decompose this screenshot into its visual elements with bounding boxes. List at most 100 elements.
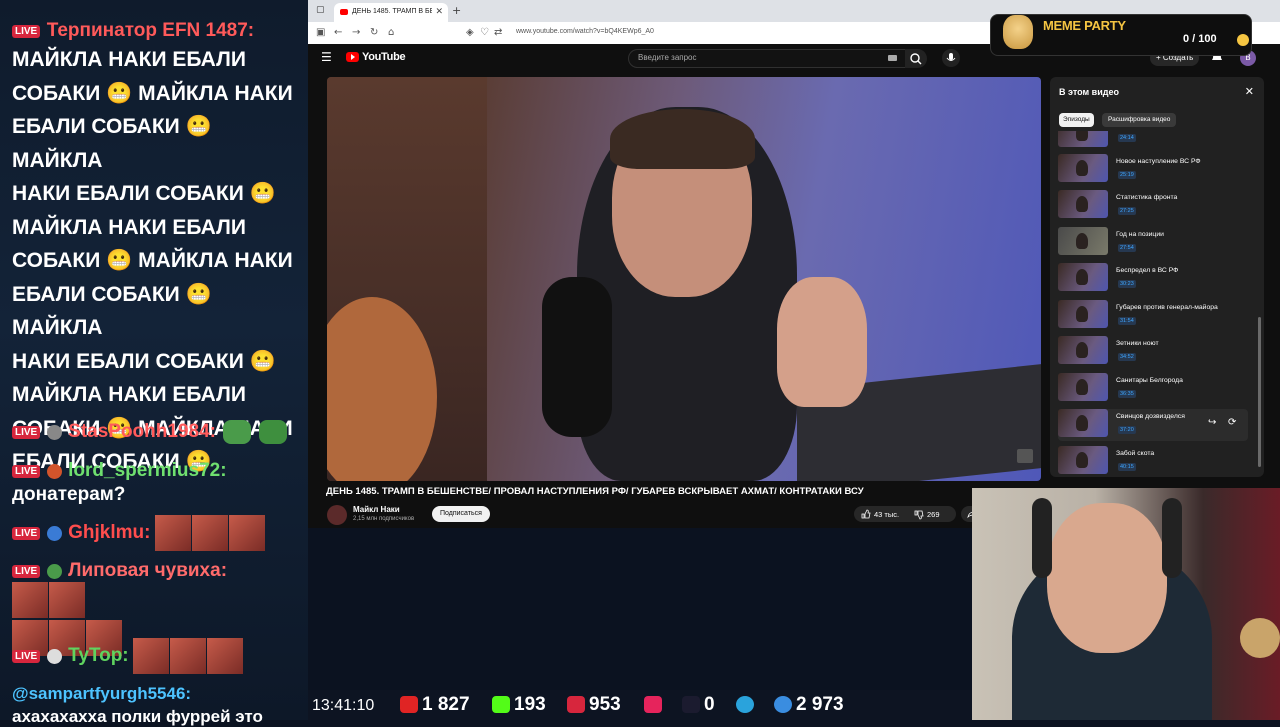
vk-video-icon bbox=[644, 696, 662, 713]
pepe-sticker bbox=[223, 420, 252, 444]
keyboard-icon[interactable] bbox=[888, 55, 897, 61]
rutube-icon bbox=[682, 696, 700, 713]
chapter-time: 34:52 bbox=[1118, 353, 1136, 361]
chapter-thumbnail bbox=[1058, 154, 1108, 182]
spam-line: МАЙКЛА НАКИ ЕБАЛИ bbox=[12, 215, 246, 239]
chapter-title: Статистика фронта bbox=[1116, 194, 1178, 201]
vk-live-icon bbox=[567, 696, 585, 713]
viewers-icon bbox=[774, 696, 792, 713]
youtube-logo-text[interactable]: YouTube bbox=[362, 51, 406, 63]
chapter-title: Беспредел в ВС РФ bbox=[1116, 267, 1179, 274]
panel-title: В этом видео bbox=[1059, 87, 1119, 97]
chapter-item[interactable]: Беспредел в ВС РФ 30:23 bbox=[1058, 263, 1248, 295]
bookmark-icon[interactable]: ♡ bbox=[480, 27, 489, 38]
chapter-thumbnail bbox=[1058, 446, 1108, 474]
tab-list-icon[interactable]: ▢ bbox=[316, 5, 325, 15]
close-tab-icon[interactable]: ✕ bbox=[435, 6, 443, 17]
dislike-count[interactable]: 269 bbox=[927, 510, 940, 519]
dislike-icon[interactable] bbox=[914, 510, 924, 520]
chapter-title: Санитары Белгорода bbox=[1116, 377, 1183, 384]
like-count[interactable]: 43 тыс. bbox=[874, 510, 899, 519]
chapter-thumbnail bbox=[1058, 263, 1108, 291]
repeat-chapter-icon[interactable]: ⟳ bbox=[1228, 417, 1236, 428]
chapter-item[interactable]: Забой скота 40:15 bbox=[1058, 446, 1248, 477]
spam-line: МАЙКЛА НАКИ ЕБАЛИ bbox=[12, 383, 246, 406]
webcam-face bbox=[1047, 503, 1167, 653]
chapter-thumbnail bbox=[1058, 409, 1108, 437]
chapter-item[interactable]: Новое наступление ВС РФ 25:19 bbox=[1058, 154, 1248, 186]
chapter-item[interactable]: Зетники ноют 34:52 bbox=[1058, 336, 1248, 368]
tab-transcript[interactable]: Расшифровка видео bbox=[1102, 113, 1177, 127]
spam-line: ЕБАЛИ СОБАКИ 😬 МАЙКЛА bbox=[12, 282, 212, 340]
menu-icon[interactable]: ☰ bbox=[321, 50, 332, 64]
voice-search-button[interactable] bbox=[942, 49, 960, 67]
search-input[interactable]: Введите запрос bbox=[628, 49, 906, 68]
live-badge: LIVE bbox=[12, 464, 41, 478]
user-avatar bbox=[46, 463, 62, 479]
live-badge: LIVE bbox=[12, 649, 41, 663]
stream-clock: 13:41:10 bbox=[312, 697, 375, 714]
chapter-time: 31:54 bbox=[1118, 317, 1136, 325]
laughing-emote bbox=[12, 582, 86, 618]
webcam-globe bbox=[1240, 618, 1280, 658]
chapter-title: Свинцов дозвизделся bbox=[1116, 413, 1185, 420]
reload-icon[interactable]: ↻ bbox=[370, 27, 378, 38]
shield-icon[interactable]: ◈ bbox=[466, 27, 474, 38]
chapters-panel: В этом видео ✕ Эпизоды Расшифровка видео… bbox=[1050, 77, 1264, 477]
url-field[interactable]: www.youtube.com/watch?v=bQ4KEWp6_A0 bbox=[516, 28, 654, 35]
user-avatar bbox=[46, 563, 62, 579]
chat-username: Ghjklmu: bbox=[68, 522, 151, 543]
channel-avatar[interactable] bbox=[327, 505, 347, 525]
chapter-item[interactable]: Год на позиции 27:54 bbox=[1058, 227, 1248, 259]
sidebar-icon[interactable]: ▣ bbox=[316, 27, 325, 38]
home-icon[interactable]: ⌂ bbox=[388, 27, 394, 38]
chapter-thumbnail bbox=[1058, 336, 1108, 364]
subscribe-button[interactable]: Подписаться bbox=[432, 506, 490, 522]
video-player[interactable] bbox=[327, 77, 1041, 481]
browser-tab[interactable]: ДЕНЬ 1485. ТРАМП В БЕШЕНСТВЕ ✕ bbox=[334, 3, 448, 22]
chapter-time: 24:14 bbox=[1118, 134, 1136, 142]
panel-scrollbar[interactable] bbox=[1258, 317, 1261, 467]
channel-name[interactable]: Майкл Наки bbox=[353, 505, 400, 514]
close-panel-icon[interactable]: ✕ bbox=[1245, 85, 1254, 98]
chapter-item[interactable]: Статистика фронта 27:25 bbox=[1058, 190, 1248, 222]
chapter-title: Губарев против генерал-майора bbox=[1116, 304, 1218, 311]
chapter-time: 37:20 bbox=[1118, 426, 1136, 434]
share-chapter-icon[interactable]: ↪ bbox=[1208, 417, 1216, 428]
chapter-item[interactable]: Свинцов дозвизделся 37:20 ↪ ⟳ bbox=[1058, 409, 1248, 441]
back-icon[interactable]: ← bbox=[334, 27, 342, 38]
chat-message-text: донатерам? bbox=[12, 484, 126, 505]
youtube-favicon-icon bbox=[340, 9, 348, 15]
webcam-headphones bbox=[1162, 498, 1182, 578]
chapter-item[interactable]: Санитары Белгорода 36:35 bbox=[1058, 373, 1248, 405]
forward-icon[interactable]: → bbox=[352, 27, 360, 38]
youtube-logo-icon[interactable] bbox=[346, 52, 359, 62]
fullscreen-icon[interactable] bbox=[1017, 449, 1033, 463]
like-icon[interactable] bbox=[861, 509, 871, 519]
stream-chat: LIVE Терпинатор EFN 1487: МАЙКЛА НАКИ ЕБ… bbox=[0, 0, 308, 720]
like-dislike-group: 43 тыс. 269 bbox=[854, 506, 956, 522]
chat-message: LIVE Ghjklmu: bbox=[12, 515, 304, 551]
chapter-item[interactable]: 24:14 bbox=[1058, 131, 1248, 147]
user-avatar bbox=[46, 424, 62, 440]
webcam-headphones bbox=[1032, 498, 1052, 578]
share-page-icon[interactable]: ⇄ bbox=[494, 27, 502, 38]
chat-message: LIVE TyTop: bbox=[12, 638, 304, 674]
chat-username: StasPoohh1984: bbox=[68, 421, 216, 442]
video-title: ДЕНЬ 1485. ТРАМП В БЕШЕНСТВЕ/ ПРОВАЛ НАС… bbox=[326, 486, 864, 497]
spam-line: НАКИ ЕБАЛИ СОБАКИ 😬 bbox=[12, 349, 276, 373]
spam-line: СОБАКИ 😬 МАЙКЛА НАКИ bbox=[12, 249, 293, 272]
search-icon bbox=[910, 53, 922, 65]
total-viewers: 2 973 bbox=[796, 694, 844, 715]
search-button[interactable] bbox=[905, 49, 927, 68]
new-tab-button[interactable]: + bbox=[452, 4, 461, 17]
chapter-thumbnail bbox=[1058, 300, 1108, 328]
streamer-webcam bbox=[972, 488, 1280, 720]
chat-message-text: ахахахахха полки фуррей это bbox=[12, 707, 263, 726]
tab-episodes[interactable]: Эпизоды bbox=[1059, 113, 1094, 127]
video-host-hair bbox=[610, 109, 755, 169]
spam-line: ЕБАЛИ СОБАКИ 😬 МАЙКЛА bbox=[12, 115, 212, 172]
chat-username: Терпинатор EFN 1487: bbox=[46, 20, 255, 41]
chapter-item[interactable]: Губарев против генерал-майора 31:54 bbox=[1058, 300, 1248, 332]
chapter-title: Зетники ноют bbox=[1116, 340, 1159, 347]
